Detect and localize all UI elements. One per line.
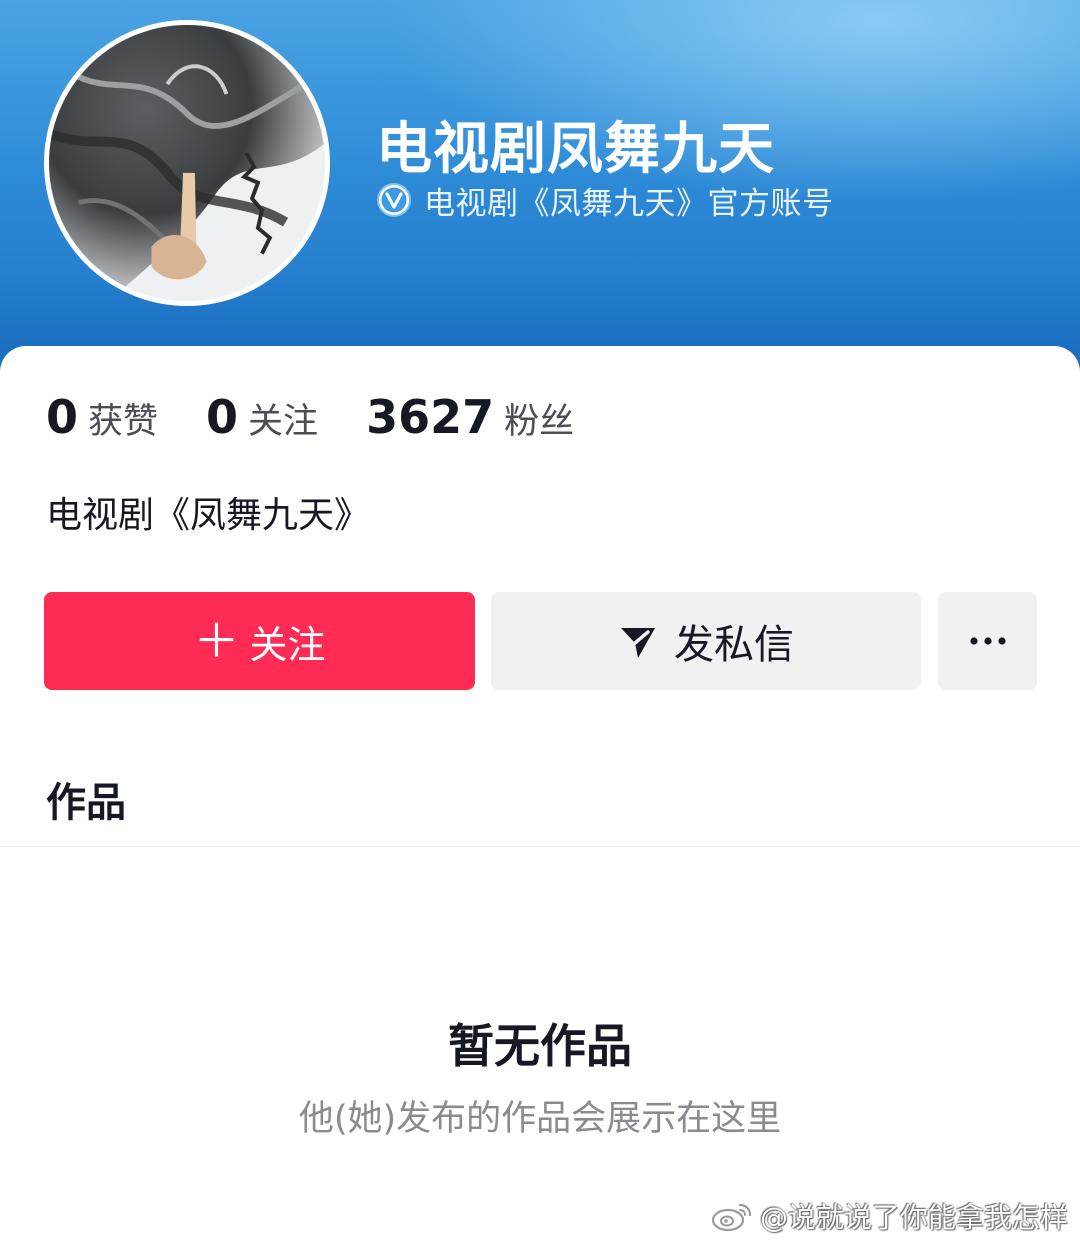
more-options-button[interactable]: [938, 592, 1037, 690]
stat-following-value: 0: [206, 390, 239, 444]
send-message-button[interactable]: 发私信: [491, 592, 921, 690]
tab-works[interactable]: 作品: [46, 770, 126, 828]
profile-card: 0 获赞 0 关注 3627 粉丝 电视剧《凤舞九天》 ＋ 关注 发私信 作品 …: [0, 346, 1080, 1246]
stat-likes-label: 获赞: [88, 402, 159, 442]
watermark: @说就说了你能拿我怎样: [710, 1196, 1068, 1236]
send-message-label: 发私信: [674, 622, 794, 668]
send-icon: [621, 628, 655, 658]
verification-row: 电视剧《凤舞九天》官方账号: [376, 180, 834, 222]
verified-badge-icon: [377, 183, 411, 217]
avatar[interactable]: [44, 20, 330, 306]
stat-following[interactable]: 0 关注: [206, 390, 318, 444]
stat-likes-value: 0: [46, 390, 79, 444]
stat-followers-value: 3627: [366, 390, 495, 444]
empty-state-subtitle: 他(她)发布的作品会展示在这里: [298, 1099, 782, 1139]
avatar-artwork: [49, 25, 325, 301]
tab-divider: [0, 846, 1080, 847]
watermark-text: @说就说了你能拿我怎样: [759, 1201, 1068, 1234]
verification-text: 电视剧《凤舞九天》官方账号: [424, 185, 834, 222]
follow-button[interactable]: ＋ 关注: [44, 592, 475, 690]
follow-button-label: 关注: [249, 622, 326, 667]
profile-bio: 电视剧《凤舞九天》: [46, 495, 371, 536]
stat-following-label: 关注: [248, 402, 319, 442]
stat-likes[interactable]: 0 获赞: [46, 390, 158, 444]
stat-followers[interactable]: 3627 粉丝: [366, 390, 574, 444]
stat-followers-label: 粉丝: [504, 402, 575, 442]
stats-row: 0 获赞 0 关注 3627 粉丝: [46, 390, 622, 446]
profile-name: 电视剧凤舞九天: [376, 117, 775, 182]
plus-icon: ＋: [193, 614, 240, 668]
empty-state-title: 暂无作品: [448, 1019, 632, 1073]
weibo-icon: [711, 1203, 752, 1232]
profile-page: 电视剧凤舞九天 电视剧《凤舞九天》官方账号 0 获赞 0 关注 3627 粉丝 …: [0, 0, 1080, 1246]
ellipsis-icon: [969, 637, 1006, 645]
